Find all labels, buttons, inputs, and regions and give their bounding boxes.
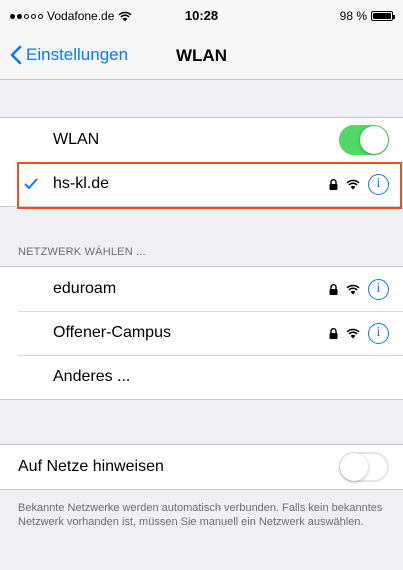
info-icon[interactable]: i [368,322,389,344]
ask-to-join-group: Auf Netze hinweisen [0,444,403,490]
battery-percent: 98 % [339,9,367,23]
lock-icon [329,327,338,339]
battery-icon [371,11,395,21]
info-icon[interactable]: i [368,278,389,300]
network-name: eduroam [53,280,117,297]
network-list: eduroam i Offener-Campus i Anderes ... [0,266,403,400]
ask-to-join-footer: Bekannte Netzwerke werden automatisch ve… [18,502,383,528]
lock-icon [329,178,338,190]
wifi-icon [346,179,360,189]
navigation-bar: Einstellungen WLAN [0,30,403,80]
network-status-icons: i [329,278,389,300]
info-icon[interactable]: i [368,173,389,195]
ask-to-join-toggle[interactable] [339,452,389,482]
wlan-toggle-row: WLAN [0,118,403,162]
wlan-label: WLAN [53,131,100,148]
wifi-icon [346,328,360,338]
connected-network-row[interactable]: hs-kl.de i [0,162,403,206]
other-network-row[interactable]: Anderes ... [0,355,403,399]
wifi-icon [346,284,360,294]
network-status-icons: i [329,173,389,195]
lock-icon [329,283,338,295]
status-right: 98 % [339,9,395,23]
connected-network-name: hs-kl.de [53,175,110,192]
status-bar: Vodafone.de 10:28 98 % [0,0,403,30]
page-title: WLAN [176,46,227,65]
wlan-group: WLAN hs-kl.de i [0,117,403,207]
network-row-eduroam[interactable]: eduroam i [0,267,403,311]
network-row-offener-campus[interactable]: Offener-Campus i [0,311,403,355]
network-name: Offener-Campus [53,324,171,341]
other-network-label: Anderes ... [53,368,131,385]
network-status-icons: i [329,322,389,344]
wlan-toggle[interactable] [339,125,389,155]
battery-fill [373,13,391,19]
ask-to-join-row: Auf Netze hinweisen [0,445,403,489]
section-header-networks: NETZWERK WÄHLEN ... [18,246,146,258]
ask-to-join-label: Auf Netze hinweisen [18,458,164,475]
checkmark-icon [24,178,38,189]
